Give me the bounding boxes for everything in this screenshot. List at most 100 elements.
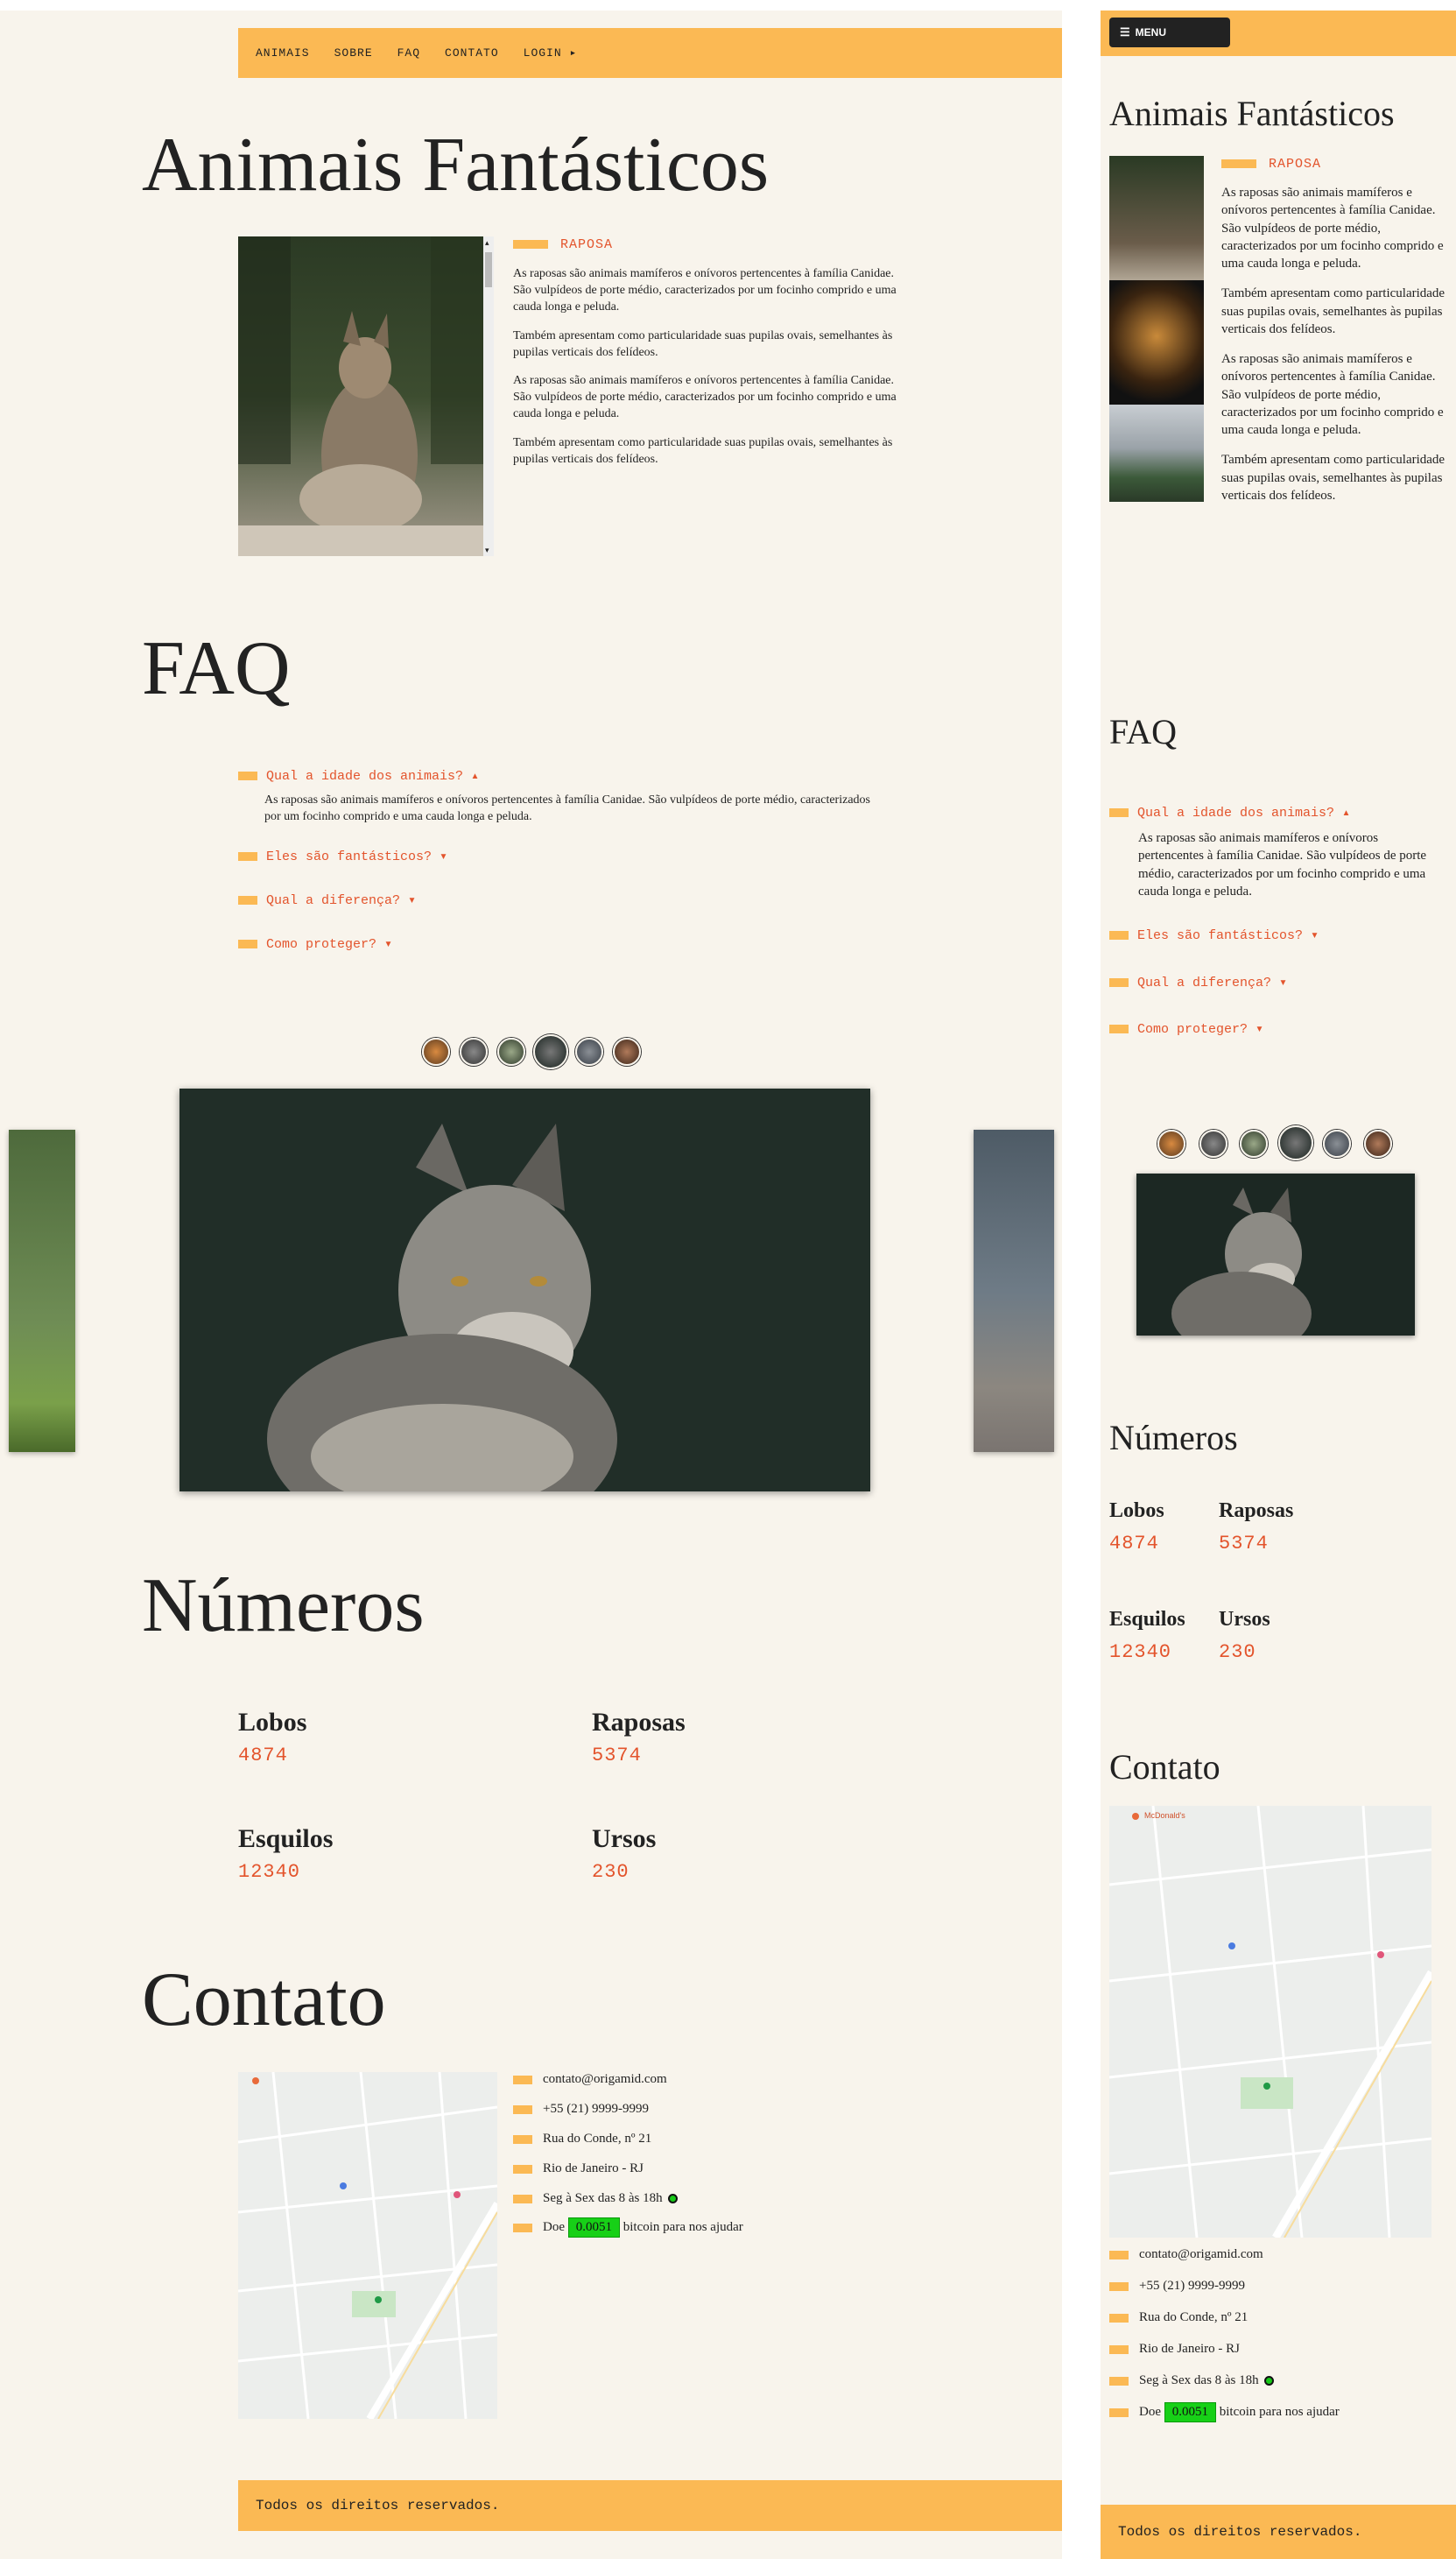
faq-question[interactable]: Como proteger? ▾ (238, 935, 392, 952)
faq-question[interactable]: Eles são fantásticos? ▾ (1109, 927, 1319, 943)
gallery-slide-next[interactable] (974, 1130, 1054, 1452)
viewport-divider (1062, 0, 1101, 2559)
faq-question[interactable]: Como proteger? ▾ (1109, 1020, 1263, 1037)
stat-value: 4874 (238, 1745, 288, 1766)
mobile-animal-list[interactable] (1109, 156, 1204, 502)
phone-link[interactable]: +55 (21) 9999-9999 (543, 2102, 649, 2116)
open-status-dot (1263, 2376, 1274, 2386)
faq-question[interactable]: Qual a idade dos animais? ▴ (238, 767, 479, 784)
main-nav: ANIMAIS SOBRE FAQ CONTATO LOGIN ▸ (238, 28, 1062, 78)
contact-map[interactable] (238, 2072, 497, 2419)
email-link[interactable]: contato@origamid.com (1139, 2247, 1263, 2261)
faq-title: FAQ (142, 626, 291, 711)
gallery-thumb[interactable] (1199, 1130, 1227, 1158)
gallery-slide-main[interactable] (179, 1089, 870, 1491)
animal-paragraph: As raposas são animais mamíferos e onívo… (513, 374, 897, 421)
animal-paragraph: Também apresentam como particularidade s… (1221, 286, 1445, 336)
faq-question-text: Qual a diferença? ▾ (1137, 976, 1288, 990)
gallery-thumb[interactable] (613, 1038, 641, 1066)
gallery-thumb[interactable] (1364, 1130, 1392, 1158)
footer-text: Todos os direitos reservados. (256, 2498, 500, 2513)
nav-login[interactable]: LOGIN ▸ (524, 46, 578, 60)
map-graphic (238, 2072, 497, 2419)
gallery-thumb-active[interactable] (533, 1034, 568, 1069)
stat-label: Ursos (592, 1824, 657, 1853)
donate-suffix: bitcoin para nos ajudar (622, 2220, 743, 2234)
mobile-fox-thumb[interactable] (1109, 156, 1204, 280)
gallery-thumb[interactable] (422, 1038, 450, 1066)
open-status-dot (667, 2194, 678, 2204)
mobile-page-title: Animais Fantásticos (1109, 94, 1395, 133)
mobile-contact-map[interactable]: McDonald's (1109, 1806, 1431, 2238)
contact-street: Rua do Conde, nº 21 (1109, 2310, 1248, 2325)
page: ANIMAIS SOBRE FAQ CONTATO LOGIN ▸ Animai… (0, 0, 1456, 2559)
mobile-menu-button[interactable]: ☰ MENU (1109, 18, 1230, 47)
accent-bar (238, 896, 257, 906)
phone-link[interactable]: +55 (21) 9999-9999 (1139, 2279, 1245, 2293)
animal-paragraph: As raposas são animais mamíferos e onívo… (513, 267, 897, 314)
faq-answer: As raposas são animais mamíferos e onívo… (1138, 831, 1427, 899)
nav-sobre[interactable]: SOBRE (334, 46, 373, 60)
mobile-faq-title: FAQ (1109, 712, 1178, 751)
gallery-thumb[interactable] (575, 1038, 603, 1066)
accent-bar (513, 2075, 532, 2084)
accent-bar (1109, 931, 1129, 941)
mobile-bear-thumb[interactable] (1109, 405, 1204, 502)
nav-animais[interactable]: ANIMAIS (256, 46, 310, 60)
animal-list-scrollbar[interactable]: ▴ ▾ (483, 236, 494, 556)
gallery-thumb[interactable] (1323, 1130, 1351, 1158)
accent-bar (1109, 2281, 1129, 2291)
stat-value: 230 (592, 1861, 630, 1883)
faq-question[interactable]: Qual a diferença? ▾ (238, 892, 416, 908)
accent-bar (513, 240, 548, 250)
faq-question[interactable]: Qual a idade dos animais? ▴ (1109, 804, 1350, 821)
city-text: Rio de Janeiro - RJ (1139, 2342, 1240, 2356)
stat-label: Raposas (592, 1708, 686, 1737)
stat-value: 4874 (1109, 1533, 1159, 1554)
accent-bar (1109, 2313, 1129, 2323)
street-text: Rua do Conde, nº 21 (1139, 2310, 1249, 2324)
accent-bar (1109, 808, 1129, 818)
gallery-slide-prev[interactable] (9, 1130, 75, 1452)
faq-question-text: Eles são fantásticos? ▾ (266, 849, 448, 864)
mobile-animal-description: RAPOSA As raposas são animais mamíferos … (1221, 156, 1447, 517)
gallery-thumb[interactable] (1157, 1130, 1185, 1158)
faq-question-text: Como proteger? ▾ (266, 937, 393, 952)
mobile-squirrel-thumb[interactable] (1109, 280, 1204, 405)
email-link[interactable]: contato@origamid.com (543, 2072, 667, 2086)
bitcoin-amount: 0.0051 (567, 2217, 620, 2238)
mobile-gallery-slide[interactable] (1136, 1174, 1415, 1336)
accent-bar (238, 940, 257, 949)
accent-bar (1109, 1025, 1129, 1034)
nav-faq[interactable]: FAQ (397, 46, 420, 60)
animal-paragraph: Também apresentam como particularidade s… (1221, 453, 1445, 503)
accent-bar (1109, 2250, 1129, 2259)
contact-phone: +55 (21) 9999-9999 (513, 2102, 649, 2117)
accent-bar (513, 2104, 532, 2114)
faq-question-text: Eles são fantásticos? ▾ (1137, 928, 1319, 943)
faq-question[interactable]: Eles são fantásticos? ▾ (238, 848, 447, 864)
animal-paragraph: Também apresentam como particularidade s… (513, 328, 893, 359)
gallery-thumb[interactable] (1240, 1130, 1268, 1158)
mobile-contato-title: Contato (1109, 1747, 1220, 1787)
animal-paragraph: As raposas são animais mamíferos e onívo… (1221, 186, 1444, 271)
contact-email: contato@origamid.com (1109, 2247, 1263, 2262)
stat-value: 5374 (1219, 1533, 1269, 1554)
donate-prefix: Doe (543, 2220, 565, 2234)
stat-value: 12340 (238, 1861, 301, 1883)
mobile-animal-label: RAPOSA (1269, 157, 1322, 172)
bitcoin-amount: 0.0051 (1164, 2402, 1216, 2422)
contact-city: Rio de Janeiro - RJ (513, 2161, 644, 2176)
gallery-thumb-active[interactable] (1278, 1125, 1313, 1160)
faq-question[interactable]: Qual a diferença? ▾ (1109, 974, 1287, 990)
gallery-thumb[interactable] (497, 1038, 525, 1066)
faq-question-text: Qual a diferença? ▾ (266, 893, 417, 908)
gallery-thumb[interactable] (460, 1038, 488, 1066)
animal-image-list[interactable] (238, 236, 483, 556)
stat-label: Ursos (1219, 1608, 1270, 1631)
animal-label: RAPOSA (560, 237, 614, 252)
accent-bar (238, 772, 257, 781)
nav-contato[interactable]: CONTATO (445, 46, 499, 60)
accent-bar (238, 852, 257, 862)
stat-label: Lobos (238, 1708, 307, 1737)
